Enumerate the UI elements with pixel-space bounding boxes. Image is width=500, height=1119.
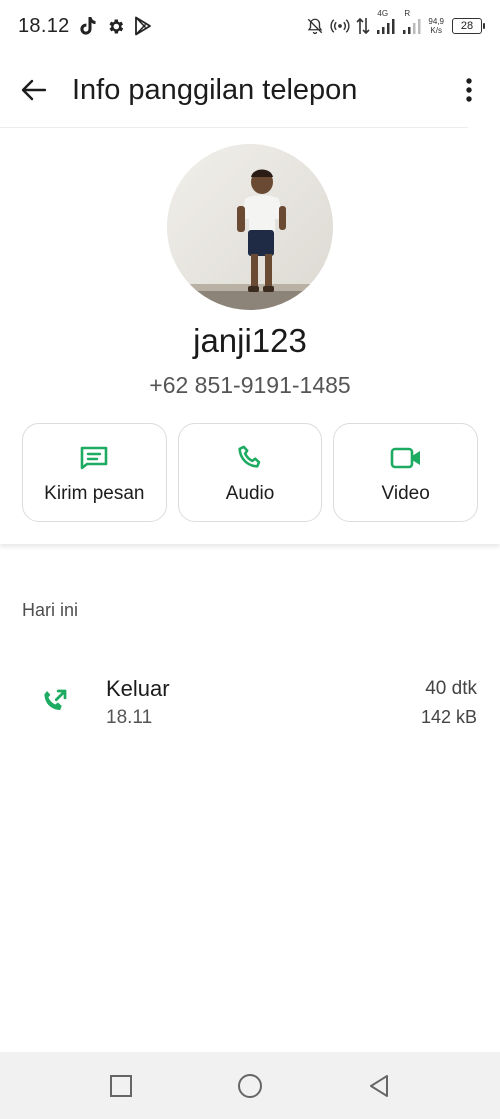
play-store-icon [134,16,152,36]
back-arrow-icon [21,79,47,101]
roaming-label: R [404,9,411,18]
phone-icon [236,441,264,475]
recents-button[interactable] [108,1073,134,1099]
battery-icon: 28 [452,18,485,34]
message-icon [79,441,109,475]
send-message-button[interactable]: Kirim pesan [22,423,167,522]
history-section-label: Hari ini [22,600,79,620]
net-speed-value: 94,9 [428,17,444,26]
data-transfer-icon [356,17,370,35]
hotspot-icon [330,18,351,34]
avatar-photo [167,144,333,310]
app-bar: Info panggilan telepon [0,52,500,128]
video-call-button[interactable]: Video [333,423,479,522]
status-bar: 18.12 4G R 94,9 K/s 28 [0,0,500,52]
call-log-item[interactable]: Keluar 18.11 40 dtk 142 kB [0,664,500,744]
home-button[interactable] [237,1073,263,1099]
battery-level: 28 [460,20,474,32]
page-title: Info panggilan telepon [72,73,358,106]
call-duration: 40 dtk [425,678,477,699]
back-button[interactable] [17,73,51,107]
net-speed-unit: K/s [430,26,442,35]
square-icon [110,1074,132,1097]
profile-card: janji123 +62 851-9191-1485 Kirim pesan A… [0,128,500,544]
mute-bell-icon [306,17,324,35]
audio-call-button[interactable]: Audio [177,423,323,522]
call-type: Keluar [106,676,170,701]
send-message-label: Kirim pesan [44,482,145,504]
call-time: 18.11 [106,707,153,728]
more-options-button[interactable] [454,70,484,110]
status-time: 18.12 [18,14,70,37]
contact-name: janji123 [193,322,307,359]
contact-phone: +62 851-9191-1485 [149,372,351,398]
more-vert-icon [466,78,472,102]
network-type-label: 4G [377,9,389,18]
system-back-button[interactable] [366,1073,392,1099]
video-call-label: Video [381,482,430,504]
system-nav-bar [0,1052,500,1119]
call-data-size: 142 kB [420,707,477,727]
signal-4g-icon: 4G [376,9,396,35]
circle-icon [238,1073,262,1098]
triangle-back-icon [370,1074,388,1097]
video-icon [390,441,422,475]
tiktok-icon [79,16,97,36]
outgoing-call-icon [40,686,70,721]
settings-gear-icon [106,17,125,36]
action-buttons: Kirim pesan Audio Video [22,423,479,522]
avatar[interactable] [167,144,333,310]
signal-roaming-icon: R [402,9,422,35]
audio-call-label: Audio [225,482,275,504]
net-speed: 94,9 K/s [428,17,444,35]
